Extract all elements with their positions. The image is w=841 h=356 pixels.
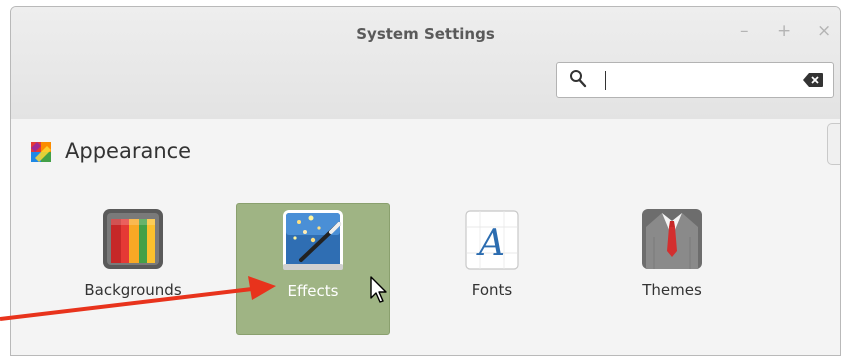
maximize-button[interactable]: + xyxy=(777,21,791,41)
minimize-button[interactable]: – xyxy=(740,21,749,41)
effects-item[interactable]: Effects xyxy=(236,203,390,335)
fonts-icon: A xyxy=(465,210,519,270)
backgrounds-item[interactable]: Backgrounds xyxy=(56,203,210,335)
close-button[interactable]: × xyxy=(817,21,831,41)
window-title: System Settings xyxy=(356,25,495,43)
backspace-icon[interactable] xyxy=(803,73,823,87)
backgrounds-icon xyxy=(103,209,163,269)
svg-text:A: A xyxy=(476,223,505,264)
scrollbar-thumb[interactable] xyxy=(827,123,840,165)
effects-label: Effects xyxy=(287,282,339,300)
fonts-label: Fonts xyxy=(471,281,513,299)
title-bar: System Settings – + × xyxy=(11,7,840,120)
mouse-pointer-icon xyxy=(370,276,387,303)
fonts-item[interactable]: A Fonts xyxy=(415,203,569,335)
system-settings-window: System Settings – + × Appearance Backgro… xyxy=(10,6,841,356)
appearance-icon xyxy=(31,142,51,162)
effects-icon xyxy=(283,210,343,270)
settings-content: Appearance Backgrounds Effects A Fonts T… xyxy=(11,119,840,355)
search-icon xyxy=(570,70,587,88)
backgrounds-label: Backgrounds xyxy=(84,281,182,299)
search-input[interactable] xyxy=(556,62,834,98)
themes-label: Themes xyxy=(642,281,702,299)
search-field[interactable] xyxy=(603,67,793,93)
text-caret xyxy=(605,71,606,90)
themes-icon xyxy=(642,209,702,269)
section-title: Appearance xyxy=(65,139,192,163)
themes-item[interactable]: Themes xyxy=(595,203,749,335)
